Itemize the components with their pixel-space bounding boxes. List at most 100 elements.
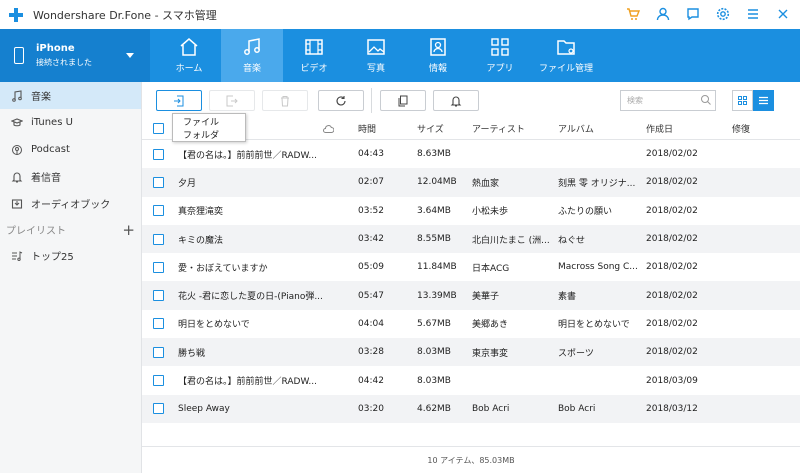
tab-file-manager[interactable]: ファイル管理 <box>531 29 601 82</box>
menu-icon[interactable] <box>744 5 762 23</box>
export-button[interactable] <box>209 90 255 111</box>
menu-item-folder[interactable]: フォルダ <box>183 128 245 141</box>
chevron-down-icon[interactable] <box>126 53 134 58</box>
sidebar-item-itunes-u[interactable]: iTunes U <box>0 109 141 136</box>
row-checkbox[interactable] <box>153 395 164 423</box>
cell-created: 2018/02/02 <box>646 318 698 329</box>
cell-album <box>558 366 644 394</box>
cell-time: 04:43 <box>358 149 384 160</box>
contacts-icon <box>430 38 446 56</box>
cell-size: 4.62MB <box>417 403 451 414</box>
tab-info[interactable]: 情報 <box>407 29 469 82</box>
list-icon <box>759 96 768 105</box>
row-checkbox[interactable] <box>153 168 164 196</box>
column-size[interactable]: サイズ <box>417 118 444 139</box>
cell-created: 2018/02/02 <box>646 262 698 273</box>
close-icon[interactable] <box>774 5 792 23</box>
sidebar-item-podcast[interactable]: Podcast <box>0 136 141 163</box>
add-button[interactable] <box>156 90 202 111</box>
user-icon[interactable] <box>654 5 672 23</box>
ringtone-maker-button[interactable] <box>433 90 479 111</box>
settings-icon[interactable] <box>714 5 732 23</box>
refresh-button[interactable] <box>318 90 364 111</box>
table-row[interactable]: 真奈狸滝奕 03:52 3.64MB 小松未歩 ふたりの願い 2018/02/02 <box>142 197 800 225</box>
table-row[interactable]: 【君の名は。】前前前世／RADW... 04:43 8.63MB 2018/02/02 <box>142 140 800 168</box>
cell-artist <box>472 366 556 394</box>
cell-size: 11.84MB <box>417 262 457 273</box>
table-row[interactable]: 勝ち戦 03:28 8.03MB 東京事変 スポーツ 2018/02/02 <box>142 338 800 367</box>
tab-music[interactable]: 音楽 <box>221 29 283 82</box>
duplicate-icon <box>398 95 408 106</box>
sidebar-item-label: iTunes U <box>31 117 73 128</box>
playlist-header: プレイリスト + <box>0 217 141 242</box>
dedupe-button[interactable] <box>380 90 426 111</box>
cell-time: 04:42 <box>358 375 384 386</box>
cell-title: キミの魔法 <box>178 235 224 246</box>
search-input[interactable]: 検索 <box>620 90 716 111</box>
cart-icon[interactable] <box>624 5 642 23</box>
column-created[interactable]: 作成日 <box>646 118 673 139</box>
sidebar-item-top25[interactable]: トップ25 <box>0 242 141 269</box>
row-checkbox[interactable] <box>153 253 164 281</box>
trash-icon <box>281 95 289 106</box>
window-controls <box>624 5 792 23</box>
add-playlist-button[interactable]: + <box>122 221 135 239</box>
row-checkbox[interactable] <box>153 366 164 394</box>
refresh-icon <box>336 95 346 105</box>
home-icon <box>180 38 198 56</box>
cell-artist: Bob Acri <box>472 403 510 414</box>
cell-created: 2018/03/12 <box>646 403 698 414</box>
video-icon <box>305 39 323 55</box>
sidebar-item-audiobooks[interactable]: オーディオブック <box>0 190 141 217</box>
grid-view-button[interactable] <box>732 90 753 111</box>
delete-button[interactable] <box>262 90 308 111</box>
sidebar-item-label: 着信音 <box>31 173 61 184</box>
cell-time: 03:42 <box>358 234 384 245</box>
column-artist[interactable]: アーティスト <box>472 118 525 139</box>
tab-home[interactable]: ホーム <box>157 29 221 82</box>
row-checkbox[interactable] <box>153 310 164 338</box>
menu-item-file[interactable]: ファイル <box>183 115 245 128</box>
table-row[interactable]: Sleep Away 03:20 4.62MB Bob Acri Bob Acri 201… <box>142 394 800 423</box>
device-selector[interactable]: iPhone 接続されました <box>0 29 150 82</box>
title-bar: Wondershare Dr.Fone - スマホ管理 <box>0 0 800 29</box>
cell-album: ふたりの願い <box>558 207 613 218</box>
cell-created: 2018/02/02 <box>646 149 698 160</box>
sidebar-item-music[interactable]: 音楽 <box>0 82 141 109</box>
feedback-icon[interactable] <box>684 5 702 23</box>
cell-time: 03:52 <box>358 205 384 216</box>
column-time[interactable]: 時間 <box>358 118 376 139</box>
search-icon[interactable] <box>700 94 712 106</box>
cell-title: 【君の名は。】前前前世／RADW... <box>178 150 317 161</box>
column-repair[interactable]: 修復 <box>732 118 750 139</box>
tab-apps[interactable]: アプリ <box>469 29 531 82</box>
column-album[interactable]: アルバム <box>558 118 594 139</box>
table-row[interactable]: 【君の名は。】前前前世／RADW... 04:42 8.03MB 2018/03/09 <box>142 366 800 394</box>
row-checkbox[interactable] <box>153 140 164 168</box>
tab-video[interactable]: ビデオ <box>283 29 345 82</box>
sidebar-item-ringtones[interactable]: 着信音 <box>0 163 141 190</box>
cell-title: 【君の名は。】前前前世／RADW... <box>178 377 317 388</box>
table-row[interactable]: 愛・おぼえていますか 05:09 11.84MB 日本ACG Macross Song … <box>142 253 800 281</box>
cell-size: 8.55MB <box>417 234 451 245</box>
row-checkbox[interactable] <box>153 338 164 366</box>
cell-time: 05:47 <box>358 290 384 301</box>
select-all-checkbox[interactable] <box>153 118 164 139</box>
list-view-button[interactable] <box>753 90 774 111</box>
cell-album <box>558 140 644 168</box>
sidebar-item-label: 音楽 <box>31 92 51 103</box>
bell-icon <box>11 172 23 182</box>
table-row[interactable]: 花火 -君に恋した夏の日-(Piano弾... 05:47 13.39MB 美華子 素書… <box>142 281 800 310</box>
row-checkbox[interactable] <box>153 281 164 309</box>
row-checkbox[interactable] <box>153 197 164 225</box>
table-row[interactable]: 明日をとめないで 04:04 5.67MB 美郷あき 明日をとめないで 2018/02/0… <box>142 310 800 338</box>
row-checkbox[interactable] <box>153 225 164 253</box>
toolbar-divider <box>371 88 372 113</box>
cell-artist: 美郷あき <box>472 320 509 331</box>
cell-title: 花火 -君に恋した夏の日-(Piano弾... <box>178 292 323 303</box>
bell-icon <box>450 96 462 106</box>
cell-artist <box>472 140 556 168</box>
table-row[interactable]: 夕月 02:07 12.04MB 熱血家 刻黒 零 オリジナ... 2018/02/02 <box>142 168 800 197</box>
tab-photos[interactable]: 写真 <box>345 29 407 82</box>
table-row[interactable]: キミの魔法 03:42 8.55MB 北白川たまこ (洲... ねぐせ 2018/02/0… <box>142 224 800 254</box>
